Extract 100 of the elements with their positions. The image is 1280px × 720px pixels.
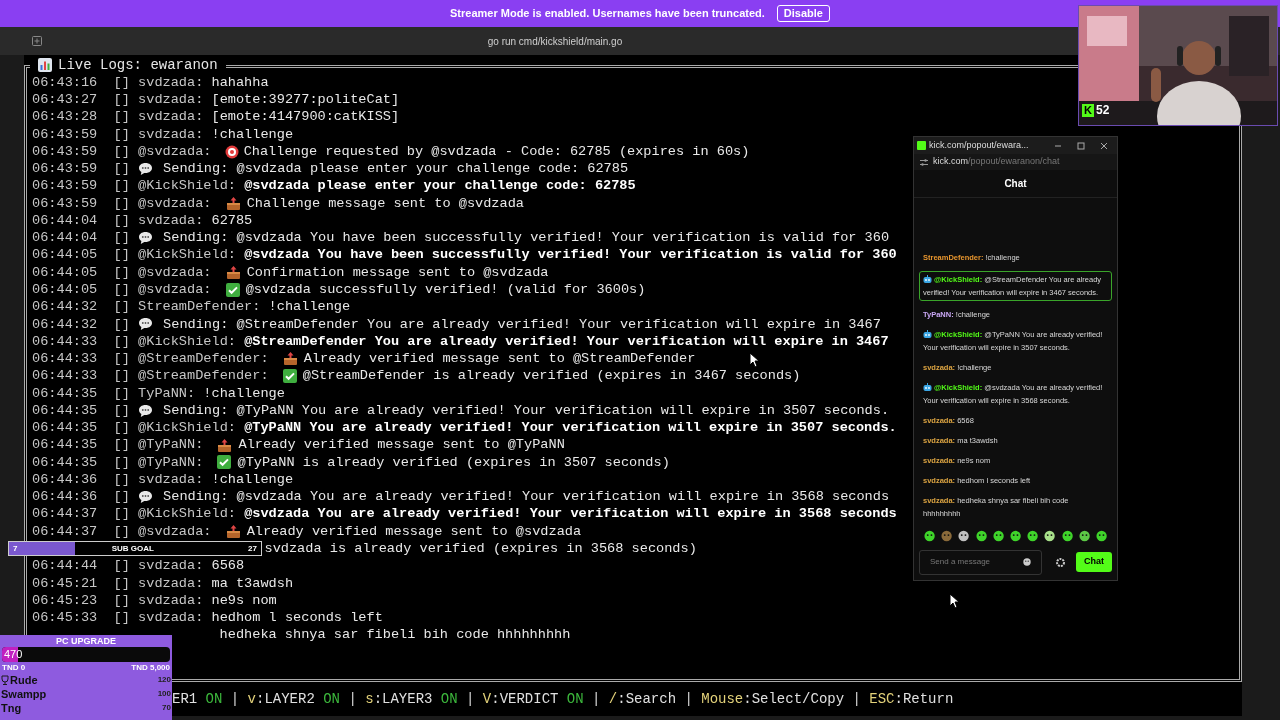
log-message: @svdzada You have been successfully verified! Your verification is valid for 360: [244, 248, 897, 263]
robot-icon: [923, 383, 932, 391]
emote-icon[interactable]: [1044, 530, 1056, 542]
log-tag: []: [113, 576, 130, 591]
log-tag: []: [113, 300, 130, 314]
log-message: Already verified message sent to @TyPaNN: [238, 438, 565, 452]
log-message: !challenge: [268, 300, 351, 314]
log-tag: []: [113, 455, 130, 470]
sub-goal-label: SUB GOAL: [111, 542, 154, 555]
log-time: 06:43:59: [32, 144, 98, 159]
log-message: [emote:4147900:catKISS]: [211, 110, 400, 124]
disable-button[interactable]: Disable: [776, 5, 830, 22]
smiley-icon[interactable]: [1023, 558, 1031, 566]
emote-icon[interactable]: [958, 530, 970, 542]
speech-bubble-icon: [138, 403, 154, 418]
log-time: 06:45:21: [32, 576, 98, 591]
log-tag: []: [113, 524, 130, 539]
status-separator: |: [348, 689, 357, 709]
log-tag: []: [113, 110, 130, 124]
log-time: 06:43:59: [32, 196, 98, 211]
bar-chart-icon: [38, 58, 52, 72]
leader-amount: 120: [157, 674, 171, 686]
mouse-pointer-icon: [749, 352, 760, 368]
log-tag: []: [113, 231, 130, 245]
close-icon[interactable]: [1100, 141, 1108, 150]
log-message: Challenge requested by @svdzada - Code: 62785 (expires in 60s): [243, 144, 750, 159]
package-icon: [217, 437, 233, 453]
log-tag: []: [113, 438, 130, 452]
log-user: svdzada:: [138, 75, 204, 90]
emote-icon[interactable]: [1095, 530, 1108, 542]
new-tab-icon[interactable]: [32, 36, 42, 46]
checkmark-icon: [225, 282, 240, 297]
status-shortcut: /:Search: [608, 689, 677, 709]
status-shortcut: V:VERDICT ON: [482, 689, 584, 709]
log-time: 06:44:37: [32, 507, 98, 522]
log-user: svdzada:: [138, 213, 204, 228]
widget-title: PC UPGRADE: [55, 635, 117, 647]
log-user: @svdzada:: [138, 196, 212, 211]
log-user: @KickShield:: [138, 421, 236, 435]
chat-send-button[interactable]: Chat: [1076, 552, 1112, 572]
address-bar[interactable]: kick.com/popout/ewaranon/chat: [914, 154, 1117, 170]
log-user: svdzada:: [138, 127, 204, 142]
settings-icon[interactable]: [1056, 557, 1065, 567]
emote-icon[interactable]: [1027, 530, 1039, 542]
status-shortcut: ER1 ON: [172, 689, 223, 709]
log-time: 06:44:33: [32, 369, 98, 383]
maximize-icon[interactable]: [1077, 141, 1085, 150]
status-separator: |: [230, 689, 240, 709]
log-time: 06:44:32: [32, 317, 98, 332]
log-message: !challenge: [211, 127, 294, 142]
status-shortcut: ESC:Return: [869, 689, 954, 709]
log-tag: []: [113, 196, 130, 211]
emote-icon[interactable]: [924, 530, 936, 542]
log-tag: []: [113, 334, 130, 349]
log-user: TyPaNN:: [138, 386, 196, 401]
log-message: 6568: [211, 559, 245, 573]
emote-icon[interactable]: [975, 530, 987, 542]
log-user: @KickShield:: [138, 507, 236, 522]
log-message: !challenge: [211, 472, 294, 487]
log-message: svdzada is already verified (expires in 3568 seconds): [264, 542, 697, 556]
log-time: 06:45:23: [32, 593, 98, 608]
log-time: 06:44:36: [32, 472, 98, 487]
log-tag: []: [113, 611, 130, 625]
log-user: @KickShield:: [138, 334, 236, 349]
package-icon: [225, 524, 241, 540]
emote-icon[interactable]: [1078, 530, 1090, 542]
log-tag: []: [113, 75, 130, 90]
log-user: @svdzada:: [138, 265, 212, 280]
log-time: 06:44:35: [32, 386, 98, 401]
log-tag: []: [113, 490, 130, 504]
site-settings-icon[interactable]: [920, 158, 928, 166]
goal-min-label: TND 0: [2, 661, 26, 674]
log-message: hedhom l seconds left: [211, 611, 383, 625]
log-tag: []: [113, 317, 130, 332]
log-panel-title: Live Logs: ewaranon: [58, 55, 218, 75]
kick-badge-letter: K: [1082, 103, 1094, 117]
emote-icon[interactable]: [1061, 530, 1073, 542]
status-shortcut: v:LAYER2 ON: [247, 689, 341, 709]
log-message: hedheka shnya sar fibeli bih code hhhhhhhhh: [219, 628, 571, 642]
log-user: @svdzada:: [138, 283, 212, 297]
log-user: svdzada:: [138, 611, 204, 625]
log-time: 06:43:59: [32, 179, 98, 193]
log-user: svdzada:: [138, 93, 204, 107]
log-message: Confirmation message sent to @svdzada: [246, 265, 549, 280]
banner-text: Streamer Mode is enabled. Usernames have been truncated.: [450, 6, 765, 22]
log-user: @StreamDefender:: [138, 352, 269, 366]
log-message: @StreamDefender is already verified (expires in 3467 seconds): [302, 369, 801, 383]
emote-icon[interactable]: [1009, 530, 1022, 542]
message-input[interactable]: Send a message: [919, 549, 1042, 575]
emote-icon[interactable]: [992, 530, 1004, 542]
log-message: Sending: @TyPaNN You are already verified! Your verification will expire in 3507 seconds.: [163, 403, 890, 418]
trophy-icon: [1, 675, 9, 685]
log-tag: []: [113, 559, 130, 573]
checkmark-icon: [217, 455, 232, 470]
log-message: @TyPaNN is already verified (expires in 3507 seconds): [237, 455, 670, 470]
log-message: ne9s nom: [211, 593, 277, 608]
log-tag: []: [113, 127, 130, 142]
checkmark-icon: [282, 369, 297, 384]
log-message: Challenge message sent to @svdzada: [246, 196, 524, 211]
terminal-title: go run cmd/kickshield/main.go: [486, 34, 624, 49]
